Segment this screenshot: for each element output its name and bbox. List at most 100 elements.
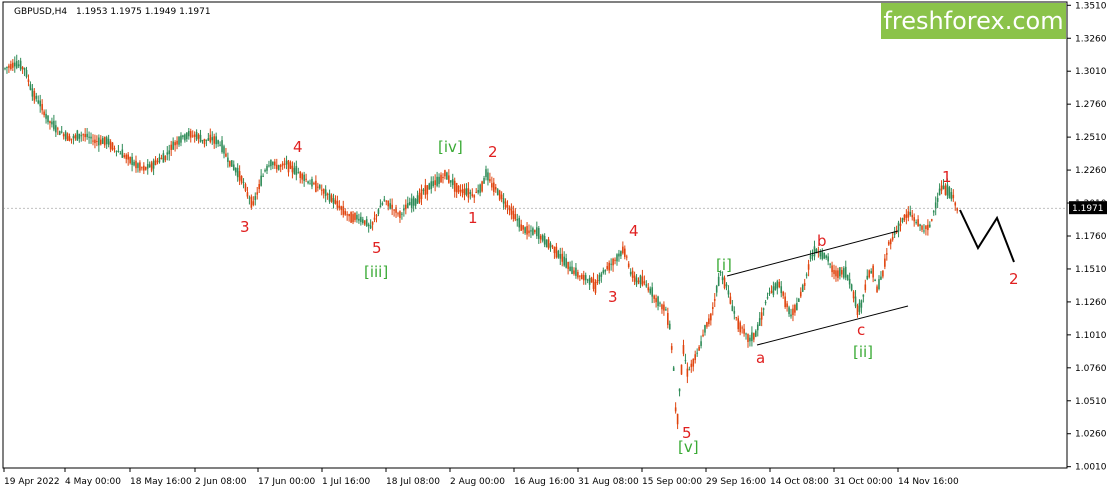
candle-body (663, 304, 665, 311)
candle-body (930, 219, 933, 221)
candle-body (502, 198, 505, 204)
candle-body (242, 181, 245, 184)
candle-body (715, 285, 718, 293)
candle-body (414, 199, 417, 206)
candle-body (221, 140, 223, 153)
candle-body (530, 230, 532, 232)
candle-body (4, 68, 6, 70)
candle-body (444, 170, 446, 177)
candle-body (796, 303, 798, 311)
candle-body (365, 219, 368, 226)
candle-body (872, 265, 874, 278)
candle-body (749, 337, 751, 342)
candle-body (332, 198, 335, 204)
candle-body (921, 225, 923, 230)
candle-body (866, 275, 869, 280)
candles-layer (4, 54, 958, 430)
candle-body (813, 246, 816, 257)
candle-body (127, 154, 129, 160)
x-tick-label: 31 Aug 08:00 (578, 477, 639, 487)
candle-body (379, 205, 382, 208)
candle-body (837, 270, 839, 278)
wave-label-red: 2 (488, 143, 498, 161)
candle-body (913, 217, 915, 222)
candle-body (573, 270, 575, 274)
wave-label-red: 3 (608, 288, 618, 306)
candle-body (948, 187, 951, 199)
candle-body (835, 270, 837, 277)
candle-body (438, 176, 440, 184)
candle-body (274, 161, 276, 166)
candle-body (92, 140, 94, 142)
chart-header: GBPUSD,H4 1.1953 1.1975 1.1949 1.1971 (14, 7, 211, 17)
candle-body (275, 164, 278, 170)
candle-body (467, 188, 470, 198)
candle-body (82, 134, 85, 136)
candle-body (577, 272, 579, 278)
candle-body (272, 161, 274, 166)
candle-body (710, 313, 712, 321)
candle-body (479, 184, 481, 193)
candle-body (481, 181, 483, 192)
candle-body (518, 217, 521, 228)
candle-body (624, 248, 626, 257)
candle-body (887, 241, 890, 245)
candle-body (614, 259, 616, 261)
candle-body (831, 265, 833, 273)
candle-body (886, 253, 888, 255)
candle-body (143, 165, 145, 171)
candle-body (536, 227, 538, 237)
candle-body (483, 177, 485, 184)
candle-body (925, 225, 927, 230)
candle-body (846, 275, 849, 280)
candle-body (318, 184, 321, 189)
x-tick-label: 17 Jun 00:00 (258, 477, 315, 487)
candle-body (469, 192, 472, 195)
candle-body (313, 183, 315, 185)
candle-body (279, 165, 282, 167)
wave-label-red: a (756, 349, 765, 367)
y-tick-label: 1.0260 (1075, 430, 1107, 440)
candle-body (854, 296, 857, 307)
candle-body (152, 160, 155, 169)
candle-body (600, 273, 603, 277)
candle-body (665, 309, 667, 311)
x-tick-label: 14 Nov 16:00 (898, 477, 959, 487)
candle-body (385, 200, 388, 202)
candle-body (100, 139, 102, 145)
candle-body (195, 132, 198, 140)
candle-body (545, 239, 548, 248)
candle-body (322, 189, 325, 194)
candle-body (6, 66, 8, 69)
candle-body (594, 281, 597, 293)
wave-label-red: 1 (942, 168, 952, 186)
candle-body (764, 301, 767, 304)
candle-body (150, 162, 153, 171)
candle-body (428, 183, 431, 190)
candle-body (684, 360, 687, 362)
candle-body (19, 60, 22, 70)
x-tick-label: 14 Oct 08:00 (770, 477, 829, 487)
candle-body (397, 213, 399, 215)
candle-body (381, 203, 384, 205)
candle-body (291, 165, 294, 173)
candle-body (207, 138, 210, 141)
candle-body (256, 192, 259, 195)
candle-body (915, 222, 917, 224)
candle-body (555, 246, 558, 258)
candle-body (821, 251, 824, 260)
candle-body (856, 305, 859, 315)
y-tick-label: 1.0760 (1075, 364, 1107, 374)
candle-body (405, 204, 407, 210)
candle-body (485, 169, 487, 178)
candle-body (144, 167, 147, 170)
candle-body (238, 171, 241, 181)
candle-body (125, 154, 128, 160)
y-tick-label: 1.3010 (1075, 67, 1107, 77)
candle-body (268, 165, 270, 167)
x-tick-label: 2 Jun 08:00 (195, 477, 247, 487)
candle-body (579, 275, 581, 277)
wave-label-green: [iii] (364, 263, 388, 281)
candle-body (727, 290, 730, 295)
candle-body (954, 202, 957, 206)
